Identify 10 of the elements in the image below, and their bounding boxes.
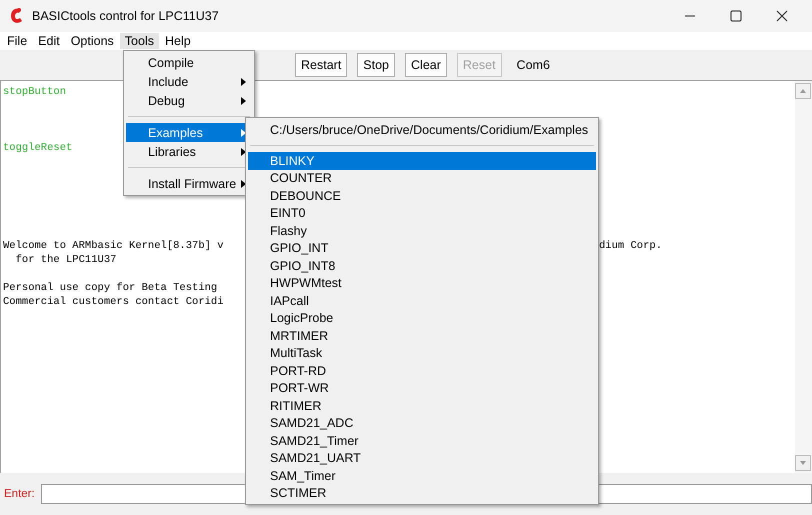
window-title: BASICtools control for LPC11U37 <box>32 9 219 23</box>
console-line: for the LPC11U37 <box>14 254 116 266</box>
console-line: stopButton <box>3 86 66 98</box>
console-line: Commercial customers contact Coridi <box>3 296 224 308</box>
port-label: Com6 <box>516 58 550 72</box>
console-line: toggleReset <box>3 142 72 154</box>
console-line: Welcome to ARMbasic Kernel[8.37b] v <box>3 240 224 252</box>
input-label: Enter: <box>4 488 35 500</box>
console-line: dium Corp. <box>599 239 662 253</box>
console-line: Personal use copy for Beta Testing <box>3 282 218 294</box>
